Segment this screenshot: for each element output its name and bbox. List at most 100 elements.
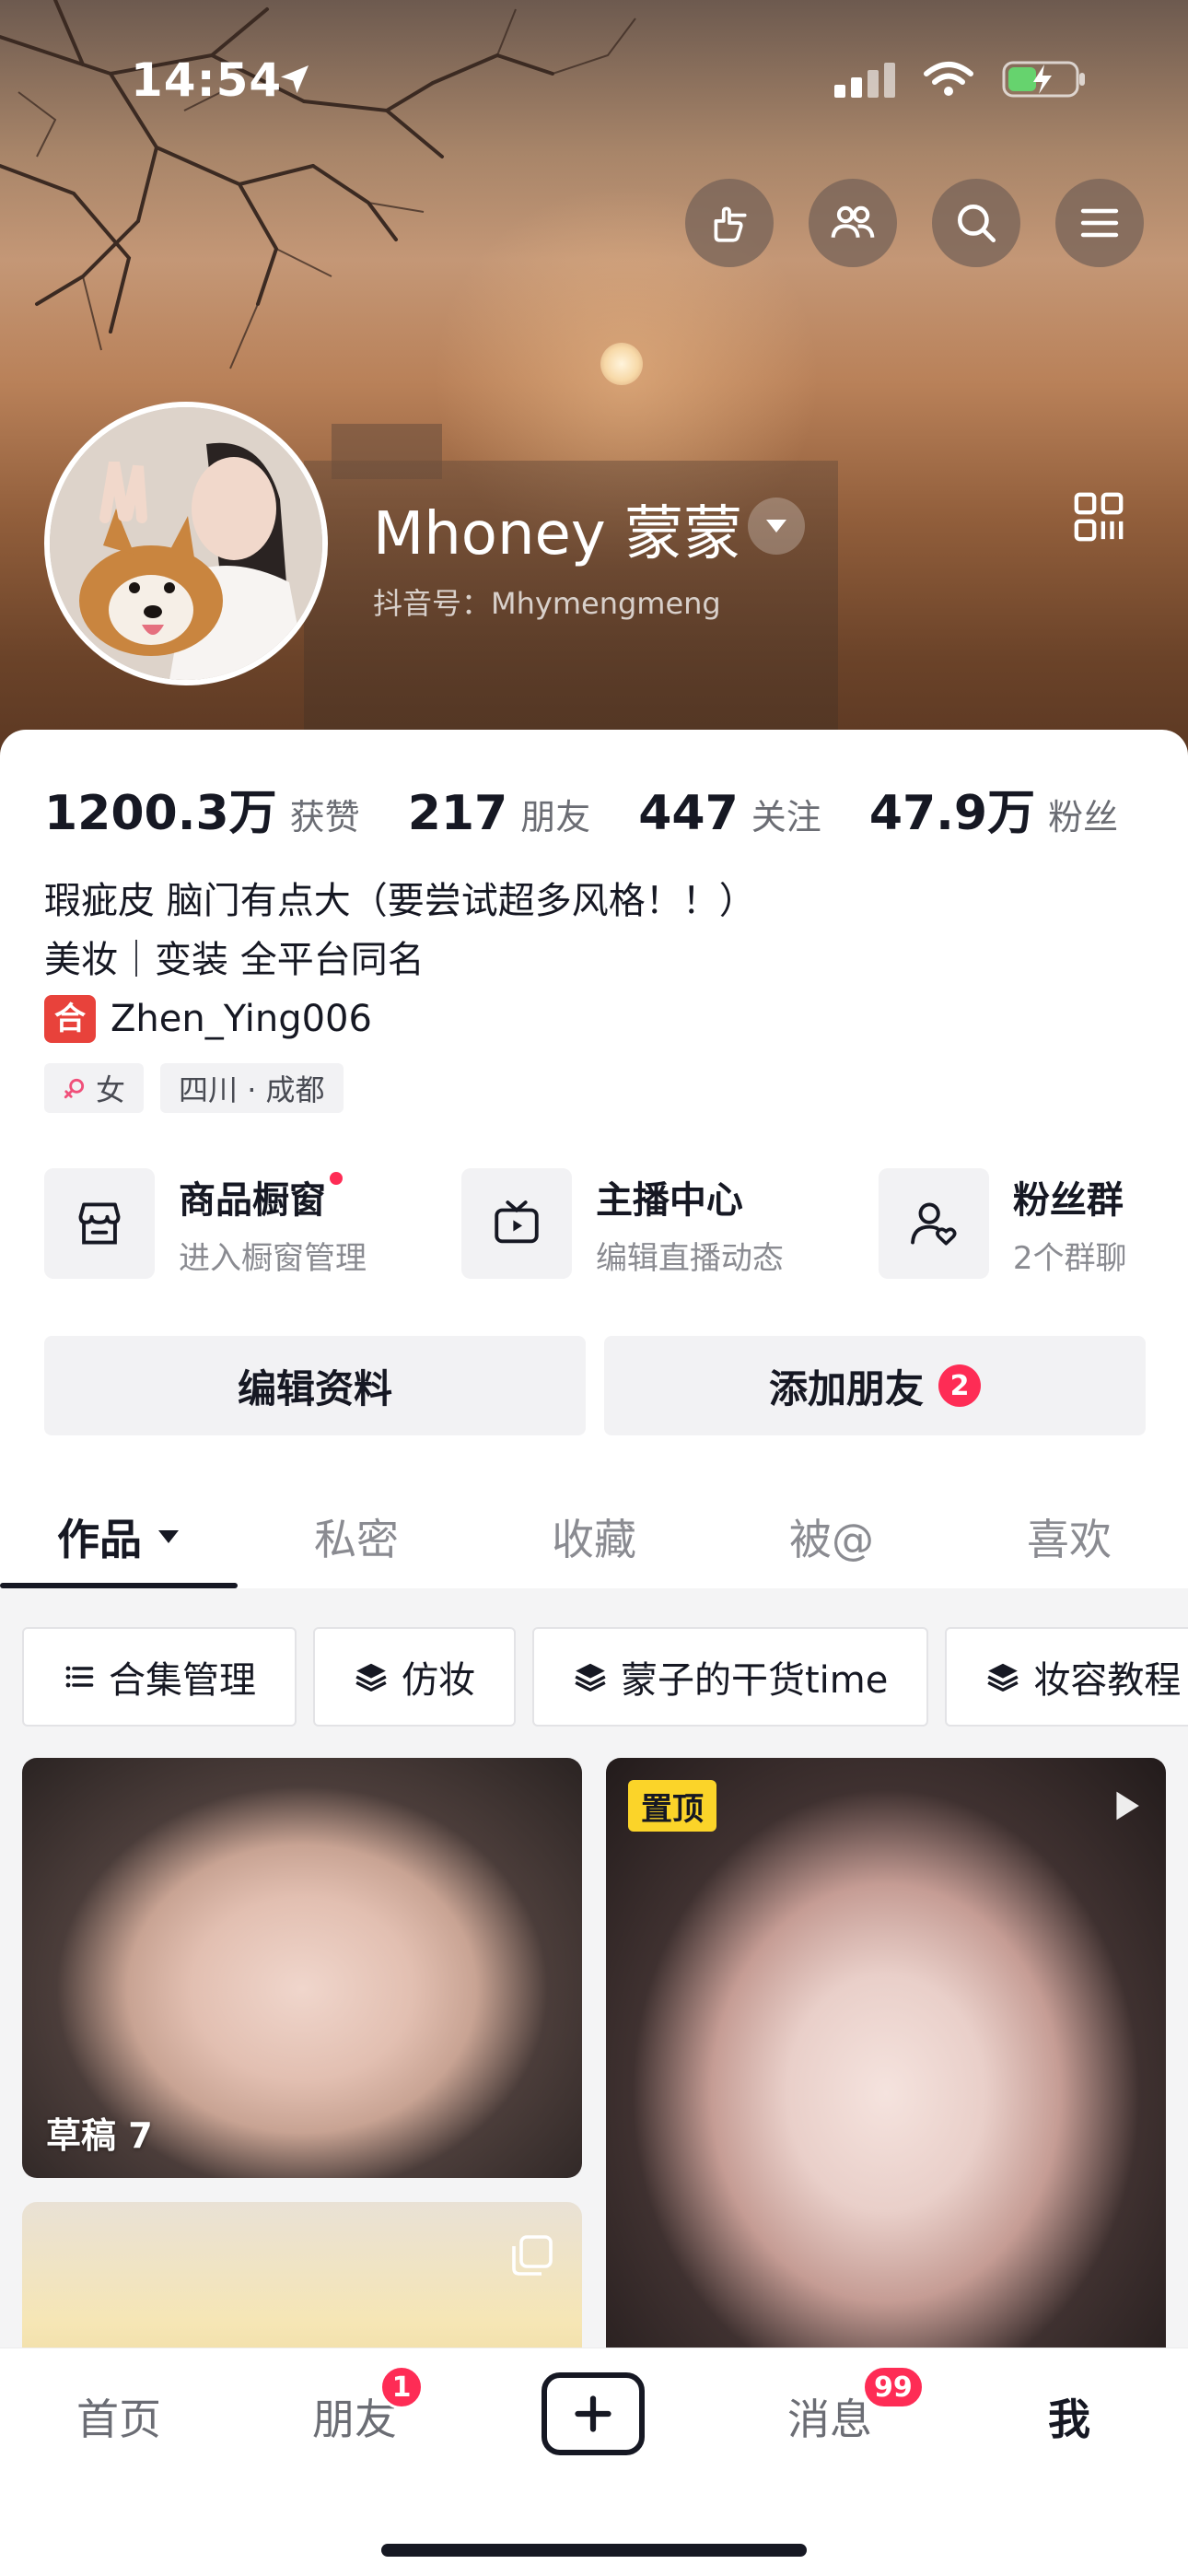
notification-dot bbox=[330, 1171, 343, 1185]
status-indicators bbox=[834, 59, 1087, 100]
profile-card: 1200.3万 获赞 217 朋友 447 关注 47.9万 粉丝 瑕疵皮 脑门… bbox=[0, 730, 1188, 2576]
stat-friends-label: 朋友 bbox=[520, 797, 591, 837]
shop-window-subtitle: 进入橱窗管理 bbox=[179, 1239, 367, 1277]
bio-line-3-text: Zhen_Ying006 bbox=[111, 998, 372, 1040]
tab-works[interactable]: 作品 bbox=[0, 1485, 238, 1588]
collection-chip-3-label: 妆容教程 bbox=[1033, 1659, 1182, 1702]
stat-followers-value: 47.9万 bbox=[868, 786, 1036, 841]
menu-icon bbox=[1080, 208, 1119, 238]
collection-chip-1[interactable]: 仿妆 bbox=[313, 1627, 516, 1727]
wifi-icon bbox=[924, 62, 973, 96]
friends-button[interactable] bbox=[809, 179, 897, 267]
add-friend-button[interactable]: 添加朋友 2 bbox=[604, 1336, 1146, 1435]
shop-icon bbox=[78, 1202, 121, 1245]
account-switch-button[interactable] bbox=[748, 498, 805, 555]
nav-home-label: 首页 bbox=[76, 2395, 161, 2444]
battery-charging-icon bbox=[1002, 61, 1085, 98]
layers-icon bbox=[987, 1663, 1019, 1692]
collection-chip-3[interactable]: 妆容教程 bbox=[945, 1627, 1188, 1727]
nav-friends-badge: 1 bbox=[379, 2365, 424, 2409]
home-indicator bbox=[381, 2544, 807, 2557]
user-heart-icon bbox=[910, 1202, 957, 1246]
search-button[interactable] bbox=[932, 179, 1020, 267]
fan-group-shortcut[interactable]: 粉丝群 2个群聊 bbox=[878, 1168, 1149, 1279]
tab-favorites-label: 收藏 bbox=[552, 1515, 636, 1564]
stat-following-value: 447 bbox=[638, 786, 739, 841]
nav-me[interactable]: 我 bbox=[991, 2348, 1147, 2485]
tv-icon bbox=[495, 1200, 539, 1244]
bio-line-2: 美妆｜变装 全平台同名 bbox=[44, 939, 425, 981]
add-friend-badge: 2 bbox=[938, 1364, 981, 1407]
fan-group-title: 粉丝群 bbox=[1012, 1178, 1124, 1222]
plus-icon bbox=[575, 2395, 611, 2432]
douyin-id[interactable]: 抖音号：Mhymengmeng bbox=[373, 580, 721, 623]
stat-friends[interactable]: 217 朋友 bbox=[408, 786, 591, 841]
avatar-illustration bbox=[50, 407, 322, 680]
streamer-center-title: 主播中心 bbox=[595, 1178, 743, 1222]
caret-down-icon bbox=[766, 520, 786, 533]
tab-private[interactable]: 私密 bbox=[238, 1485, 475, 1588]
hand-point-icon bbox=[714, 206, 747, 242]
layers-icon bbox=[575, 1663, 606, 1692]
edit-profile-label: 编辑资料 bbox=[237, 1365, 392, 1411]
pinned-badge: 置顶 bbox=[628, 1780, 716, 1832]
stat-likes-label: 获赞 bbox=[289, 797, 360, 837]
bio-line-3: 合 Zhen_Ying006 bbox=[44, 989, 756, 1048]
collection-manage-chip[interactable]: 合集管理 bbox=[22, 1627, 297, 1727]
he-emoji-icon: 合 bbox=[44, 995, 96, 1043]
shop-icon-box bbox=[44, 1168, 155, 1279]
stat-following-label: 关注 bbox=[751, 797, 821, 837]
caret-down-icon bbox=[158, 1530, 179, 1543]
hand-point-button[interactable] bbox=[685, 179, 774, 267]
location-arrow-icon bbox=[281, 65, 309, 93]
gender-tag: 女 bbox=[44, 1063, 145, 1113]
content-tabs: 作品 私密 收藏 被@ 喜欢 bbox=[0, 1485, 1188, 1588]
fan-group-subtitle: 2个群聊 bbox=[1012, 1239, 1127, 1277]
location-tag: 四川 · 成都 bbox=[160, 1063, 344, 1113]
nav-me-label: 我 bbox=[1048, 2395, 1090, 2444]
draft-label: 草稿 7 bbox=[46, 2115, 153, 2156]
tv-icon-box bbox=[460, 1168, 572, 1279]
shop-window-shortcut[interactable]: 商品橱窗 进入橱窗管理 bbox=[44, 1168, 461, 1279]
tab-favorites[interactable]: 收藏 bbox=[475, 1485, 713, 1588]
tab-mentions[interactable]: 被@ bbox=[713, 1485, 950, 1588]
bio: 瑕疵皮 脑门有点大（要尝试超多风格！！） 美妆｜变装 全平台同名 合 Zhen_… bbox=[44, 872, 756, 1048]
fan-group-icon-box bbox=[878, 1168, 989, 1279]
shop-window-title-text: 商品橱窗 bbox=[179, 1178, 326, 1222]
edit-profile-button[interactable]: 编辑资料 bbox=[44, 1336, 586, 1435]
tab-private-label: 私密 bbox=[314, 1515, 399, 1564]
cellular-signal-icon bbox=[834, 63, 895, 98]
collection-chip-2-label: 蒙子的干货time bbox=[621, 1659, 889, 1702]
female-icon bbox=[64, 1078, 85, 1099]
tab-likes-label: 喜欢 bbox=[1027, 1515, 1112, 1564]
stat-followers-label: 粉丝 bbox=[1048, 797, 1119, 837]
profile-actions: 编辑资料 添加朋友 2 bbox=[44, 1336, 1146, 1435]
profile-banner: 14:54 Mhoney 蒙蒙 抖音号：Mhymengmeng bbox=[0, 0, 1188, 765]
nav-home[interactable]: 首页 bbox=[41, 2348, 197, 2485]
pinned-video-thumbnail[interactable]: 置顶 bbox=[606, 1758, 1166, 2403]
draft-thumbnail[interactable]: 草稿 7 bbox=[22, 1758, 582, 2178]
add-friend-label: 添加朋友 bbox=[768, 1365, 924, 1411]
collection-chip-1-label: 仿妆 bbox=[402, 1659, 475, 1702]
layers-icon bbox=[355, 1663, 387, 1692]
gender-label: 女 bbox=[96, 1072, 126, 1107]
qr-code-icon[interactable] bbox=[1072, 490, 1125, 544]
stat-followers[interactable]: 47.9万 粉丝 bbox=[869, 774, 1118, 843]
profile-tags: 女 四川 · 成都 bbox=[44, 1063, 344, 1113]
nav-messages-label: 消息 bbox=[787, 2395, 872, 2444]
stat-likes[interactable]: 1200.3万 获赞 bbox=[44, 774, 360, 843]
nav-messages-badge: 99 bbox=[862, 2365, 925, 2409]
create-button[interactable] bbox=[542, 2372, 645, 2455]
collection-chips: 合集管理 仿妆 蒙子的干货time 妆容教程 bbox=[22, 1627, 1188, 1727]
streamer-center-subtitle: 编辑直播动态 bbox=[595, 1239, 784, 1277]
bottom-nav: 首页 朋友 1 消息 99 我 bbox=[0, 2348, 1188, 2576]
avatar[interactable] bbox=[44, 402, 328, 685]
streamer-center-shortcut[interactable]: 主播中心 编辑直播动态 bbox=[460, 1168, 879, 1279]
collection-chip-2[interactable]: 蒙子的干货time bbox=[532, 1627, 929, 1727]
menu-button[interactable] bbox=[1055, 179, 1144, 267]
tab-likes[interactable]: 喜欢 bbox=[950, 1485, 1188, 1588]
bio-line-1: 瑕疵皮 脑门有点大（要尝试超多风格！！） bbox=[44, 880, 756, 922]
stat-friends-value: 217 bbox=[407, 786, 508, 841]
stat-following[interactable]: 447 关注 bbox=[638, 786, 821, 841]
status-time: 14:54 bbox=[131, 53, 283, 107]
